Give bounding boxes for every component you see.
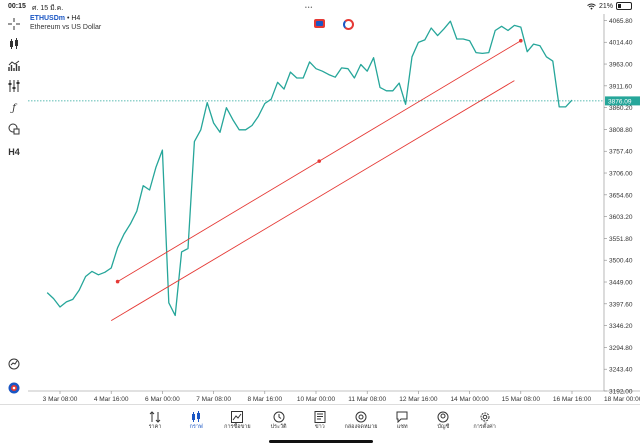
- history-icon: [259, 410, 299, 423]
- x-tick-label: 8 Mar 16:00: [247, 396, 282, 403]
- x-tick-label: 15 Mar 08:00: [502, 396, 541, 403]
- price-chart[interactable]: 4065.80 4014.40 3963.00 3911.60 3860.20 3808.…: [28, 14, 640, 404]
- tab-label: บัญชี: [437, 424, 450, 430]
- battery-icon: [616, 2, 632, 10]
- y-tick-label: 3397.60: [609, 301, 633, 308]
- shapes-icon[interactable]: [4, 121, 24, 137]
- trendline-anchor: [115, 279, 120, 284]
- tab-label: กล่องจดหมาย: [344, 424, 378, 430]
- function-icon[interactable]: ƒ: [4, 100, 24, 116]
- candles-icon: [176, 410, 216, 423]
- y-tick-label: 3346.20: [609, 323, 633, 330]
- tab-chat[interactable]: แชท: [382, 410, 422, 431]
- y-tick-label: 3654.60: [609, 192, 633, 199]
- wifi-icon: [587, 3, 596, 9]
- y-tick-label: 3294.80: [609, 345, 633, 352]
- x-tick-label: 14 Mar 00:00: [450, 396, 489, 403]
- at-icon: [341, 410, 381, 423]
- x-tick-label: 16 Mar 16:00: [553, 396, 592, 403]
- y-tick-label: 3757.40: [609, 149, 633, 156]
- x-tick-label: 6 Mar 00:00: [145, 396, 180, 403]
- x-tick-label: 12 Mar 16:00: [399, 396, 438, 403]
- y-tick-label: 4065.80: [609, 18, 633, 25]
- account-icon: [423, 410, 463, 423]
- left-toolbar: ƒ H4: [0, 14, 28, 404]
- multitask-dots-icon[interactable]: •••: [305, 5, 313, 11]
- tab-account[interactable]: บัญชี: [423, 410, 463, 431]
- tab-label: แชท: [396, 424, 408, 430]
- y-tick-label: 3860.20: [609, 105, 633, 112]
- candlestick-type-icon[interactable]: [4, 36, 24, 52]
- tab-label: การซื้อขาย: [224, 424, 251, 430]
- tab-trade-chart[interactable]: การซื้อขาย: [217, 410, 257, 431]
- chart-search-icon[interactable]: [4, 356, 24, 372]
- indicators-icon[interactable]: [4, 58, 24, 74]
- trendline-anchor: [519, 38, 523, 43]
- tab-history[interactable]: ประวัติ: [259, 410, 299, 431]
- tab-label: ราคา: [148, 424, 162, 430]
- y-tick-label: 3603.20: [609, 214, 633, 221]
- trade-chart-icon: [217, 410, 257, 423]
- timeframe-button[interactable]: H4: [4, 144, 24, 160]
- tab-news[interactable]: ข่าว: [300, 410, 340, 431]
- status-time: 00:15: [8, 3, 26, 10]
- channel-trendline: [110, 80, 515, 321]
- y-tick-label: 3192.00: [609, 389, 633, 396]
- y-tick-label: 3911.60: [609, 83, 632, 90]
- tab-candles[interactable]: กราฟ: [176, 410, 216, 431]
- y-tick-label: 3706.00: [609, 171, 633, 178]
- news-icon: [300, 410, 340, 423]
- y-tick-label: 3500.40: [609, 258, 633, 265]
- broker-logo-icon[interactable]: [4, 380, 24, 396]
- x-tick-label: 10 Mar 00:00: [297, 396, 336, 403]
- y-tick-label: 3551.80: [609, 236, 633, 243]
- battery-percent: 21%: [598, 2, 613, 10]
- current-price-label: 3876.09: [608, 98, 632, 105]
- x-tick-label: 11 Mar 08:00: [348, 396, 386, 403]
- settings-sliders-icon[interactable]: [4, 78, 24, 94]
- tab-label: กราฟ: [189, 424, 203, 430]
- tab-at[interactable]: กล่องจดหมาย: [341, 410, 381, 431]
- tab-label: การตั้งค่า: [473, 424, 496, 430]
- status-date: ศ. 15 มี.ค.: [32, 5, 64, 12]
- y-tick-label: 3243.40: [609, 367, 633, 374]
- x-tick-label: 18 Mar 00:00: [604, 396, 640, 403]
- settings-icon: [465, 410, 505, 423]
- y-tick-label: 3963.00: [609, 62, 633, 69]
- trendline-anchor: [317, 159, 322, 163]
- tab-label: ประวัติ: [270, 424, 287, 430]
- arrows-icon: [135, 410, 175, 423]
- tab-label: ข่าว: [314, 424, 325, 430]
- price-series-line: [46, 20, 573, 317]
- y-tick-label: 4014.40: [609, 40, 633, 47]
- x-tick-label: 3 Mar 08:00: [43, 396, 78, 403]
- tab-arrows[interactable]: ราคา: [135, 410, 175, 431]
- crosshair-icon[interactable]: [4, 16, 24, 32]
- x-tick-label: 4 Mar 16:00: [94, 396, 129, 403]
- status-bar: 00:15 ศ. 15 มี.ค. ••• 21%: [0, 0, 640, 14]
- home-indicator: [269, 440, 373, 443]
- y-tick-label: 3449.00: [609, 280, 633, 287]
- chat-icon: [382, 410, 422, 423]
- tab-settings[interactable]: การตั้งค่า: [465, 410, 505, 431]
- x-tick-label: 7 Mar 08:00: [196, 396, 231, 403]
- y-tick-label: 3808.80: [609, 127, 633, 134]
